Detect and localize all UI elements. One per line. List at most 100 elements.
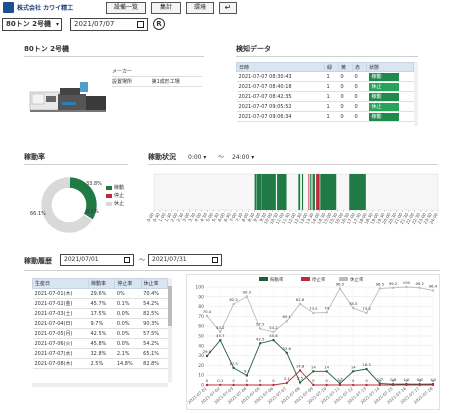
time-to-select[interactable]: 24:00 ▾ bbox=[232, 152, 256, 163]
cell-stop-rate: 2.1% bbox=[114, 348, 142, 359]
legend-swatch bbox=[106, 193, 112, 198]
status-badge: 稼動 bbox=[368, 72, 399, 81]
cell-date: 2021-07-08(木) bbox=[32, 358, 89, 369]
col-header: 日時 bbox=[236, 62, 325, 72]
timeline-band bbox=[298, 174, 301, 210]
data-point bbox=[418, 286, 421, 289]
col-header: 赤 bbox=[352, 62, 367, 72]
status-badge: 休止 bbox=[368, 82, 399, 91]
table-row[interactable]: 2021-07-07 09:06:34 1 0 0 稼動 bbox=[236, 111, 414, 122]
date-input[interactable]: 2021/07/07 bbox=[70, 18, 148, 31]
data-label: 96.4 bbox=[429, 284, 438, 289]
time-from-select[interactable]: 0:00 ▾ bbox=[188, 152, 210, 163]
summary-button[interactable]: 集計 bbox=[151, 2, 181, 14]
timeline-band bbox=[308, 174, 310, 210]
timeline-band bbox=[316, 174, 320, 210]
cell-datetime: 2021-07-07 09:06:34 bbox=[236, 111, 325, 122]
cell-datetime: 2021-07-07 08:40:18 bbox=[236, 81, 325, 92]
cell-idle-rate: 65.1% bbox=[141, 348, 168, 359]
cell-yellow: 0 bbox=[338, 91, 353, 102]
table-row[interactable]: 2021-07-04(日) 9.7% 0.0% 90.3% bbox=[32, 318, 168, 329]
data-label: 14.8 bbox=[296, 363, 305, 368]
logo-mark bbox=[3, 2, 14, 13]
table-header-row: 生産日 稼動率 停止率 休止率 bbox=[32, 278, 169, 289]
data-label: 99.2 bbox=[415, 281, 424, 286]
equipment-list-button[interactable]: 設備一覧 bbox=[106, 2, 146, 14]
table-row[interactable]: 2021-07-03(土) 17.5% 0.0% 82.5% bbox=[32, 308, 168, 319]
calendar-icon[interactable] bbox=[124, 257, 130, 263]
cell-date: 2021-07-05(月) bbox=[32, 328, 89, 339]
data-point bbox=[272, 338, 275, 342]
table-row[interactable]: 2021-07-07 08:30:43 1 0 0 稼動 bbox=[236, 71, 414, 82]
data-label: 0 bbox=[325, 378, 328, 383]
table-row[interactable]: 2021-07-07(水) 32.8% 2.1% 65.1% bbox=[32, 348, 168, 359]
data-point bbox=[285, 320, 288, 323]
data-point bbox=[258, 383, 262, 387]
y-tick-label: 70 bbox=[198, 314, 204, 320]
legend-run: 稼動 bbox=[106, 184, 124, 191]
data-label: 2.5 bbox=[297, 376, 304, 381]
divider bbox=[112, 76, 202, 77]
cell-datetime: 2021-07-07 09:05:52 bbox=[236, 101, 325, 112]
data-point bbox=[418, 383, 421, 387]
cell-state: 稼動 bbox=[366, 111, 414, 122]
cell-green: 1 bbox=[324, 81, 339, 92]
data-label: 45.7 bbox=[216, 333, 225, 338]
data-label: 78.5 bbox=[349, 301, 358, 306]
col-header: 生産日 bbox=[32, 278, 89, 289]
table-row[interactable]: 2021-07-08(木) 2.5% 14.8% 82.8% bbox=[32, 358, 168, 369]
back-button[interactable]: ↵ bbox=[219, 2, 237, 14]
settings-button[interactable]: 環境 bbox=[186, 2, 214, 14]
data-point bbox=[285, 381, 288, 385]
cell-stop-rate: 0.0% bbox=[114, 318, 142, 329]
y-tick-label: 100 bbox=[195, 285, 204, 291]
timeline-band bbox=[256, 174, 262, 210]
table-row[interactable]: 2021-07-02(金) 45.7% 0.1% 54.2% bbox=[32, 298, 168, 309]
table-row[interactable]: 2021-07-07 08:40:18 1 0 0 休止 bbox=[236, 81, 414, 92]
data-point bbox=[325, 370, 328, 373]
divider bbox=[236, 56, 418, 57]
cell-run-rate: 29.6% bbox=[88, 288, 115, 299]
data-point bbox=[219, 330, 222, 334]
data-label: 16.3 bbox=[362, 362, 371, 367]
data-point bbox=[365, 367, 368, 371]
timeline-band bbox=[320, 174, 337, 210]
company-name: 株式会社 カワイ精工 bbox=[17, 5, 74, 12]
cell-state: 休止 bbox=[366, 81, 414, 92]
table-row[interactable]: 2021-07-01(木) 29.6% 0% 70.4% bbox=[32, 288, 168, 299]
data-label: 14 bbox=[351, 364, 356, 369]
cell-run-rate: 45.7% bbox=[88, 298, 115, 309]
data-label: 74 bbox=[324, 305, 329, 310]
data-point bbox=[365, 383, 368, 387]
cell-stop-rate: 0% bbox=[114, 288, 142, 299]
data-point bbox=[378, 383, 382, 387]
history-from-date[interactable]: 2021/07/01 bbox=[60, 254, 134, 266]
table-row[interactable]: 2021-07-05(月) 42.5% 0.0% 57.5% bbox=[32, 328, 168, 339]
scrollbar-thumb[interactable] bbox=[168, 286, 172, 326]
table-row[interactable]: 2021-07-07 08:42:35 1 0 0 稼動 bbox=[236, 91, 414, 102]
divider bbox=[112, 86, 202, 87]
series-line-稼動率 bbox=[206, 339, 434, 385]
calendar-icon[interactable] bbox=[212, 257, 218, 263]
data-label: 42.5 bbox=[256, 336, 265, 341]
scrollbar[interactable] bbox=[414, 62, 418, 126]
cell-date: 2021-07-03(土) bbox=[32, 308, 89, 319]
chevron-down-icon: ▾ bbox=[203, 154, 207, 161]
table-row[interactable]: 2021-07-06(火) 45.8% 0.0% 54.2% bbox=[32, 338, 168, 349]
refresh-button[interactable]: R bbox=[153, 18, 165, 30]
company-logo: 株式会社 カワイ精工 bbox=[3, 2, 73, 14]
y-tick-label: 30 bbox=[198, 353, 204, 359]
machine-select[interactable]: 80トン 2号機 ▾ bbox=[2, 18, 62, 31]
data-label: 0.1 bbox=[217, 378, 224, 383]
legend-label: 稼動 bbox=[114, 185, 125, 191]
calendar-icon[interactable] bbox=[137, 21, 144, 28]
scrollbar[interactable] bbox=[168, 278, 172, 382]
run-pct-label: 33.8% bbox=[86, 181, 102, 187]
y-tick-label: 90 bbox=[198, 294, 204, 300]
horizontal-scrollbar[interactable] bbox=[32, 383, 168, 387]
data-point bbox=[232, 383, 235, 387]
cell-run-rate: 32.8% bbox=[88, 348, 115, 359]
data-label: 0 bbox=[352, 378, 355, 383]
history-to-date[interactable]: 2021/07/31 bbox=[148, 254, 222, 266]
table-row[interactable]: 2021-07-07 09:05:52 1 0 0 休止 bbox=[236, 101, 414, 112]
